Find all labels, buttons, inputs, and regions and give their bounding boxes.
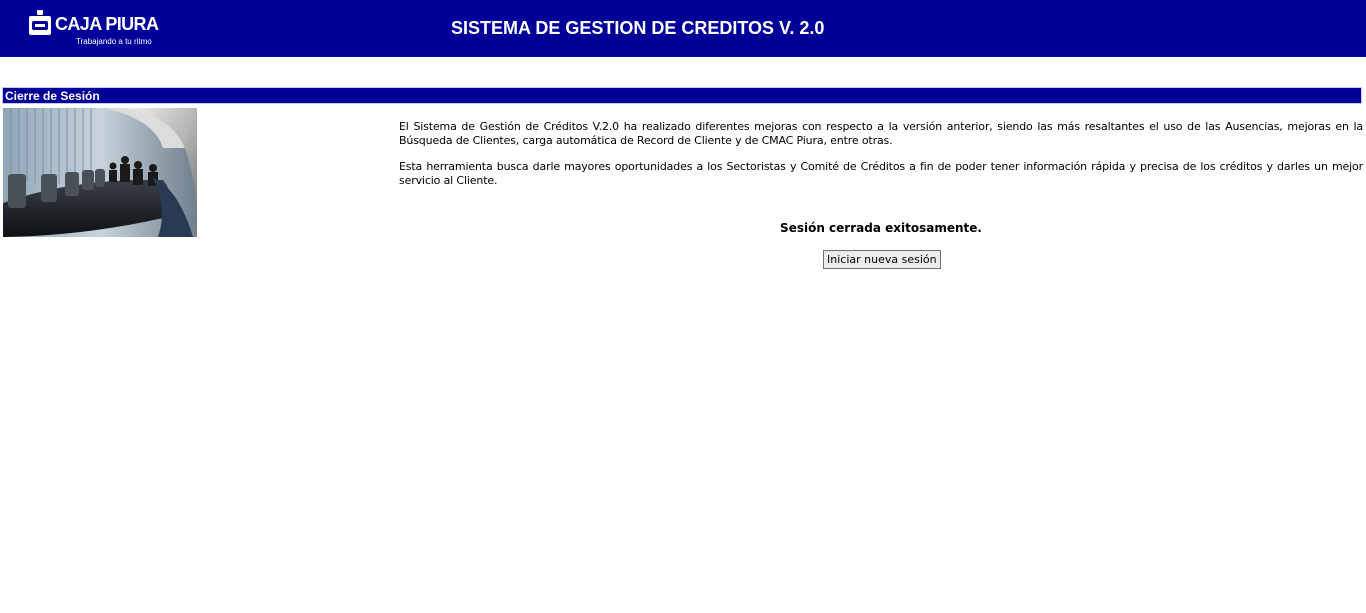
- logo-name: CAJA PIURA: [55, 14, 159, 34]
- section-header-bar: Cierre de Sesión: [2, 87, 1362, 104]
- main-content: El Sistema de Gestión de Créditos V.2.0 …: [399, 120, 1363, 200]
- conference-room-photo: [3, 108, 197, 237]
- section-title: Cierre de Sesión: [5, 89, 100, 103]
- app-header: CAJA PIURA Trabajando a tu ritmo SISTEMA…: [0, 0, 1366, 57]
- purpose-paragraph: Esta herramienta busca darle mayores opo…: [399, 160, 1363, 187]
- new-session-button[interactable]: Iniciar nueva sesión: [823, 250, 941, 269]
- logo-tagline: Trabajando a tu ritmo: [76, 37, 152, 46]
- app-title: SISTEMA DE GESTION DE CREDITOS V. 2.0: [451, 18, 825, 38]
- caja-piura-logo-icon: [29, 10, 51, 35]
- intro-paragraph: El Sistema de Gestión de Créditos V.2.0 …: [399, 120, 1363, 147]
- session-status-message: Sesión cerrada exitosamente.: [780, 221, 982, 235]
- caja-piura-logo[interactable]: CAJA PIURA Trabajando a tu ritmo: [28, 10, 168, 48]
